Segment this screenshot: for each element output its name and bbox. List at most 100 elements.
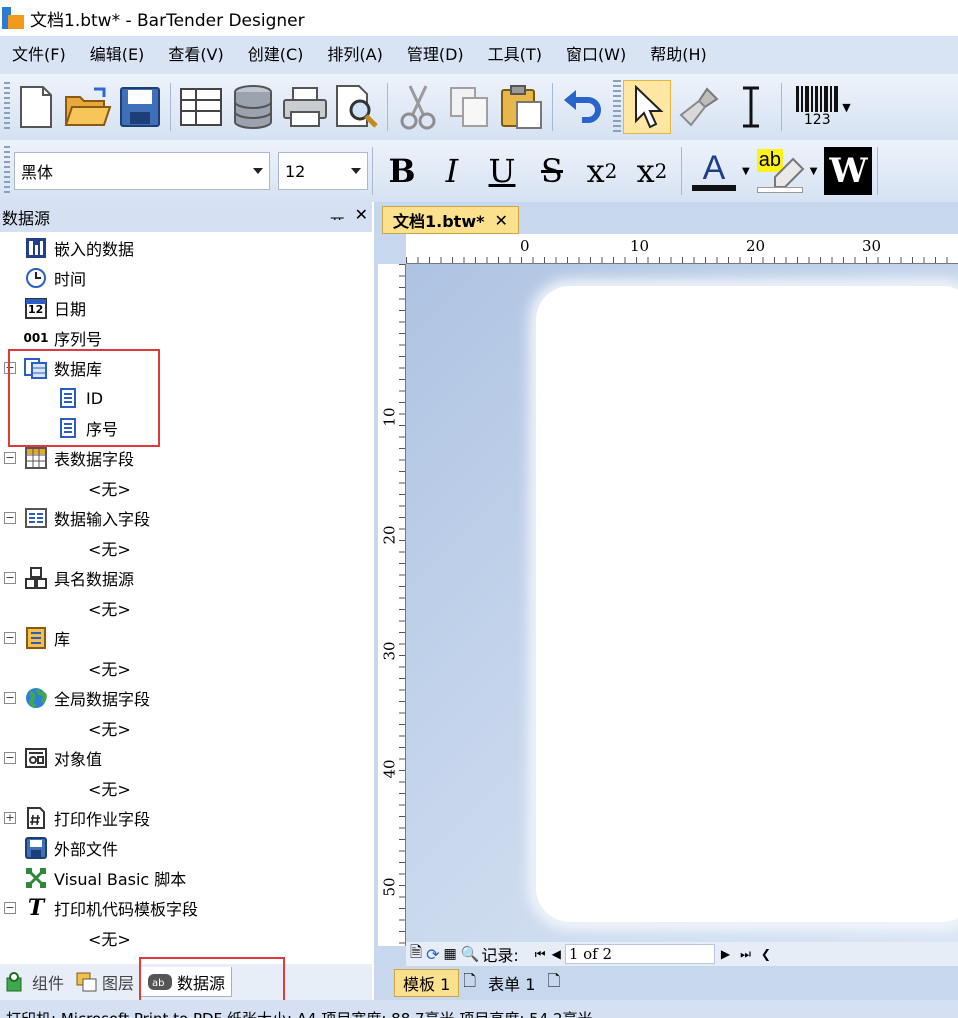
next-record-icon[interactable]: ▶ bbox=[721, 947, 730, 961]
toolbar-grip[interactable] bbox=[4, 146, 10, 196]
last-record-icon[interactable]: ⏭ bbox=[740, 947, 751, 962]
tree-item-object-values[interactable]: 对象值 bbox=[24, 743, 102, 773]
tab-layers[interactable]: 图层 bbox=[70, 967, 140, 997]
menu-edit[interactable]: 编辑(E) bbox=[78, 36, 157, 74]
tree-item-printer-code-template-fields[interactable]: T 打印机代码模板字段 bbox=[24, 893, 198, 923]
select-tool-button[interactable] bbox=[623, 80, 671, 134]
strikethrough-button[interactable]: S bbox=[527, 146, 577, 196]
tree-item-external-file[interactable]: 外部文件 bbox=[24, 833, 118, 863]
record-position-field[interactable]: 1 of 2 bbox=[564, 944, 715, 964]
close-icon[interactable]: ✕ bbox=[355, 205, 368, 229]
underline-button[interactable]: U bbox=[477, 146, 527, 196]
tree-item-none: <无> bbox=[88, 660, 131, 679]
bold-button[interactable]: B bbox=[377, 146, 427, 196]
tree-item-table-fields[interactable]: 表数据字段 bbox=[24, 443, 134, 473]
format-painter-button[interactable] bbox=[675, 80, 723, 134]
pin-icon[interactable]: ᅲ bbox=[330, 205, 345, 229]
tab-template-1[interactable]: 模板 1 bbox=[394, 969, 460, 997]
tab-form-1[interactable]: 表单 1 bbox=[480, 969, 543, 997]
toolbar-overflow-grip[interactable] bbox=[613, 80, 621, 134]
new-template-icon[interactable]: 🗋 bbox=[463, 970, 476, 997]
calendar-icon: 12 bbox=[24, 297, 48, 319]
scroll-left-icon[interactable]: ❮ bbox=[761, 947, 771, 961]
keyboard-icon[interactable]: ▦ bbox=[443, 946, 456, 962]
previous-record-icon[interactable]: ◀ bbox=[552, 947, 561, 961]
print-preview-button[interactable] bbox=[333, 80, 381, 134]
collapse-toggle[interactable]: − bbox=[4, 902, 16, 914]
highlighter-icon: ab bbox=[755, 149, 805, 193]
menu-view[interactable]: 查看(V) bbox=[156, 36, 235, 74]
save-button[interactable] bbox=[116, 80, 164, 134]
collapse-toggle[interactable]: − bbox=[4, 572, 16, 584]
reverse-text-button[interactable]: W bbox=[823, 146, 873, 196]
save-icon bbox=[120, 87, 160, 127]
tree-item-none: <无> bbox=[88, 600, 131, 619]
chevron-down-icon[interactable]: ▼ bbox=[810, 166, 818, 177]
undo-icon bbox=[564, 90, 601, 123]
print-button[interactable] bbox=[281, 80, 329, 134]
text-tool-button[interactable] bbox=[727, 80, 775, 134]
page-setup-button[interactable] bbox=[177, 80, 225, 134]
collapse-toggle[interactable]: − bbox=[4, 632, 16, 644]
tree-item-vb-script[interactable]: Visual Basic 脚本 bbox=[24, 863, 186, 893]
vertical-ruler: 10 20 30 40 50 bbox=[378, 264, 406, 946]
refresh-icon[interactable]: ⟳ bbox=[426, 945, 439, 964]
first-record-icon[interactable]: ⏮ bbox=[535, 947, 546, 962]
tree-item-global-data-fields[interactable]: 全局数据字段 bbox=[24, 683, 150, 713]
tree-item-embedded-data[interactable]: 嵌入的数据 bbox=[24, 233, 134, 263]
open-button[interactable] bbox=[64, 80, 112, 134]
barcode-digits: 123 bbox=[803, 112, 831, 128]
font-name-select[interactable]: 黑体 bbox=[14, 152, 270, 190]
menu-help[interactable]: 帮助(H) bbox=[638, 36, 719, 74]
toolbar-grip[interactable] bbox=[4, 82, 10, 132]
database-setup-button[interactable] bbox=[229, 80, 277, 134]
brush-icon bbox=[679, 87, 719, 127]
tab-components[interactable]: 组件 bbox=[0, 967, 70, 997]
search-icon[interactable]: 🔍 bbox=[461, 945, 480, 963]
cut-icon bbox=[400, 85, 436, 130]
collapse-toggle[interactable]: − bbox=[4, 512, 16, 524]
tree-item-data-entry-fields[interactable]: 数据输入字段 bbox=[24, 503, 150, 533]
tree-item-library[interactable]: 库 bbox=[24, 623, 70, 653]
document-tab[interactable]: 文档1.btw* ✕ bbox=[382, 206, 519, 234]
tree-item-print-job-fields[interactable]: 打印作业字段 bbox=[24, 803, 150, 833]
tree-item-named-data-sources[interactable]: 具名数据源 bbox=[24, 563, 134, 593]
menu-tools[interactable]: 工具(T) bbox=[476, 36, 554, 74]
chevron-down-icon[interactable]: ▼ bbox=[742, 166, 750, 177]
close-icon[interactable]: ✕ bbox=[494, 211, 507, 230]
tree-item-time[interactable]: 时间 bbox=[24, 263, 86, 293]
font-color-button[interactable]: A bbox=[686, 146, 742, 196]
expand-toggle[interactable]: + bbox=[4, 812, 16, 824]
tree-item-date[interactable]: 12 日期 bbox=[24, 293, 86, 323]
superscript-button[interactable]: x2 bbox=[627, 146, 677, 196]
menu-create[interactable]: 创建(C) bbox=[236, 36, 316, 74]
collapse-toggle[interactable]: − bbox=[4, 452, 16, 464]
collapse-toggle[interactable]: − bbox=[4, 692, 16, 704]
barcode-tool-button[interactable]: 123 ▼ bbox=[788, 80, 858, 134]
new-document-button[interactable] bbox=[12, 80, 60, 134]
clock-icon bbox=[24, 267, 48, 289]
paste-button[interactable] bbox=[498, 80, 546, 134]
menu-arrange[interactable]: 排列(A) bbox=[315, 36, 394, 74]
highlight-button[interactable]: ab bbox=[750, 146, 810, 196]
italic-button[interactable]: I bbox=[427, 146, 477, 196]
menu-window[interactable]: 窗口(W) bbox=[554, 36, 638, 74]
library-icon bbox=[24, 627, 48, 649]
font-size-select[interactable]: 12 bbox=[278, 152, 368, 190]
cut-button[interactable] bbox=[394, 80, 442, 134]
copy-button[interactable] bbox=[446, 80, 494, 134]
horizontal-ruler: 0 10 20 30 bbox=[406, 234, 958, 264]
subscript-button[interactable]: x2 bbox=[577, 146, 627, 196]
barcode-icon: 123 bbox=[795, 86, 839, 128]
menu-manage[interactable]: 管理(D) bbox=[395, 36, 476, 74]
undo-button[interactable] bbox=[559, 80, 607, 134]
collapse-toggle[interactable]: − bbox=[4, 752, 16, 764]
new-form-icon[interactable]: 🗋 bbox=[547, 970, 560, 997]
serial-number-icon: 001 bbox=[23, 331, 49, 345]
status-bar: 打印机: Microsoft Print to PDF 纸张大小: A4 项目宽… bbox=[0, 1000, 958, 1018]
label-template[interactable] bbox=[536, 286, 958, 922]
design-canvas[interactable] bbox=[406, 264, 958, 944]
record-tools-icon[interactable]: 🗎 bbox=[410, 942, 422, 967]
menu-file[interactable]: 文件(F) bbox=[0, 36, 78, 74]
menu-bar: 文件(F) 编辑(E) 查看(V) 创建(C) 排列(A) 管理(D) 工具(T… bbox=[0, 36, 958, 74]
